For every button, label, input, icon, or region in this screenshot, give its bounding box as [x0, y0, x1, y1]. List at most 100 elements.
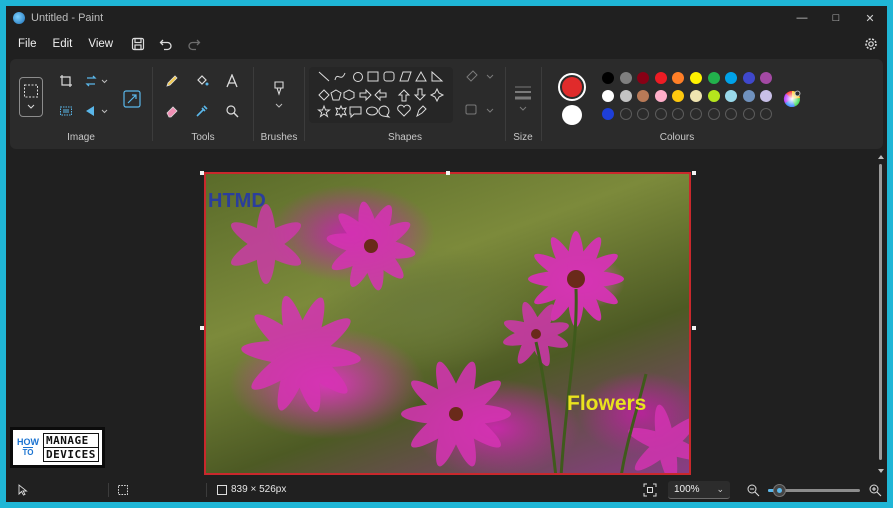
- colour-swatch[interactable]: [619, 90, 632, 102]
- edit-colours-icon[interactable]: [781, 89, 803, 109]
- shapes-group: Shapes: [305, 59, 505, 149]
- brushes-group: Brushes: [254, 59, 304, 149]
- vertical-scrollbar[interactable]: [875, 152, 887, 478]
- flower-artwork: [231, 201, 689, 473]
- image-group: Image: [10, 59, 152, 149]
- colour-swatch[interactable]: [725, 72, 738, 84]
- flip-icon[interactable]: [82, 101, 112, 121]
- canvas-area[interactable]: HTMD Flowers HOW TO MANAGE DEVICES: [6, 152, 887, 478]
- size-lines-icon[interactable]: [512, 81, 534, 115]
- fit-to-window-icon[interactable]: [643, 483, 657, 500]
- resize-handle[interactable]: [692, 171, 696, 175]
- image-effects-icon[interactable]: [55, 101, 77, 121]
- redo-icon[interactable]: [183, 34, 205, 54]
- scroll-up-icon[interactable]: [877, 154, 885, 160]
- how-to-manage-devices-logo: HOW TO MANAGE DEVICES: [10, 427, 105, 468]
- colour-swatch[interactable]: [725, 90, 738, 102]
- pencil-icon[interactable]: [161, 71, 183, 91]
- tools-group-label: Tools: [191, 132, 215, 143]
- colour-swatch[interactable]: [602, 72, 614, 84]
- rotate-icon[interactable]: [82, 71, 112, 91]
- colour-swatch[interactable]: [690, 72, 702, 84]
- colour-swatch[interactable]: [602, 108, 614, 120]
- colour-swatch[interactable]: [760, 90, 773, 102]
- brushes-group-label: Brushes: [260, 132, 298, 143]
- scroll-down-icon[interactable]: [877, 468, 885, 474]
- resize-handle[interactable]: [446, 171, 450, 175]
- image-text-flowers: Flowers: [567, 392, 647, 415]
- resize-handle[interactable]: [200, 326, 204, 330]
- empty-colour-slot[interactable]: [637, 108, 650, 120]
- colour-swatch[interactable]: [742, 72, 755, 84]
- resize-icon[interactable]: [120, 87, 144, 111]
- canvas-size-icon: [216, 484, 228, 499]
- menu-file[interactable]: File: [10, 38, 45, 50]
- undo-icon[interactable]: [155, 34, 177, 54]
- colour-swatch[interactable]: [672, 90, 685, 102]
- status-separator: [108, 483, 109, 497]
- logo-manage: MANAGE: [43, 433, 99, 448]
- resize-handle[interactable]: [200, 171, 204, 175]
- tools-group: Tools: [153, 59, 253, 149]
- zoom-slider-thumb[interactable]: [773, 484, 787, 497]
- zoom-dropdown[interactable]: 100% ⌄: [668, 481, 730, 499]
- empty-colour-slot[interactable]: [760, 108, 773, 120]
- logo-how: HOW: [17, 437, 39, 447]
- colour-swatch[interactable]: [602, 90, 614, 102]
- menu-view[interactable]: View: [80, 38, 121, 50]
- empty-colour-slot[interactable]: [725, 108, 738, 120]
- status-separator: [206, 483, 207, 497]
- crop-icon[interactable]: [55, 71, 77, 91]
- zoom-out-icon[interactable]: [746, 483, 760, 500]
- brush-icon[interactable]: [268, 75, 290, 115]
- close-icon[interactable]: ✕: [853, 6, 887, 30]
- text-tool-icon[interactable]: [221, 71, 243, 91]
- selection-size-icon: [117, 484, 129, 499]
- empty-colour-slot[interactable]: [672, 108, 685, 120]
- colour-swatch[interactable]: [672, 72, 685, 84]
- size-group: Size: [506, 59, 540, 149]
- colour-swatch[interactable]: [654, 72, 667, 84]
- ribbon-toolbar: Image Tools Brushes Shapes Size Colours: [10, 59, 883, 149]
- fill-bucket-icon[interactable]: [191, 71, 213, 91]
- primary-colour-swatch[interactable]: [558, 73, 586, 101]
- shapes-icons[interactable]: [305, 59, 505, 129]
- zoom-slider[interactable]: [768, 484, 860, 497]
- canvas-size-text: 839 × 526px: [231, 484, 287, 495]
- empty-colour-slot[interactable]: [619, 108, 632, 120]
- colour-swatch[interactable]: [619, 72, 632, 84]
- save-icon[interactable]: [127, 34, 149, 54]
- colours-group: Colours: [542, 59, 812, 149]
- resize-handle[interactable]: [692, 326, 696, 330]
- colour-swatch[interactable]: [654, 90, 667, 102]
- colour-swatch[interactable]: [690, 90, 702, 102]
- settings-gear-icon[interactable]: [861, 34, 881, 54]
- colour-swatch[interactable]: [742, 90, 755, 102]
- paint-app-icon: [13, 12, 25, 24]
- empty-colour-slot[interactable]: [690, 108, 702, 120]
- magnifier-icon[interactable]: [221, 101, 243, 121]
- empty-colour-slot[interactable]: [707, 108, 720, 120]
- logo-devices: DEVICES: [43, 448, 99, 462]
- zoom-value: 100%: [674, 484, 700, 495]
- canvas-image[interactable]: HTMD Flowers: [204, 172, 691, 475]
- size-group-label: Size: [513, 132, 533, 143]
- image-group-label: Image: [67, 132, 95, 143]
- colour-swatch[interactable]: [760, 72, 773, 84]
- colour-swatch[interactable]: [637, 72, 650, 84]
- empty-colour-slot[interactable]: [654, 108, 667, 120]
- colour-swatch[interactable]: [707, 72, 720, 84]
- eraser-icon[interactable]: [161, 101, 183, 121]
- maximize-icon[interactable]: □: [819, 6, 853, 30]
- image-text-htmd: HTMD: [208, 190, 266, 212]
- secondary-colour-swatch[interactable]: [562, 105, 582, 125]
- empty-colour-slot[interactable]: [742, 108, 755, 120]
- select-tool-icon[interactable]: [19, 77, 43, 117]
- colour-swatch[interactable]: [637, 90, 650, 102]
- minimize-icon[interactable]: —: [785, 6, 819, 30]
- scrollbar-thumb[interactable]: [879, 164, 882, 460]
- colour-picker-icon[interactable]: [191, 101, 213, 121]
- colour-swatch[interactable]: [707, 90, 720, 102]
- menu-edit[interactable]: Edit: [45, 38, 81, 50]
- zoom-in-icon[interactable]: [868, 483, 882, 500]
